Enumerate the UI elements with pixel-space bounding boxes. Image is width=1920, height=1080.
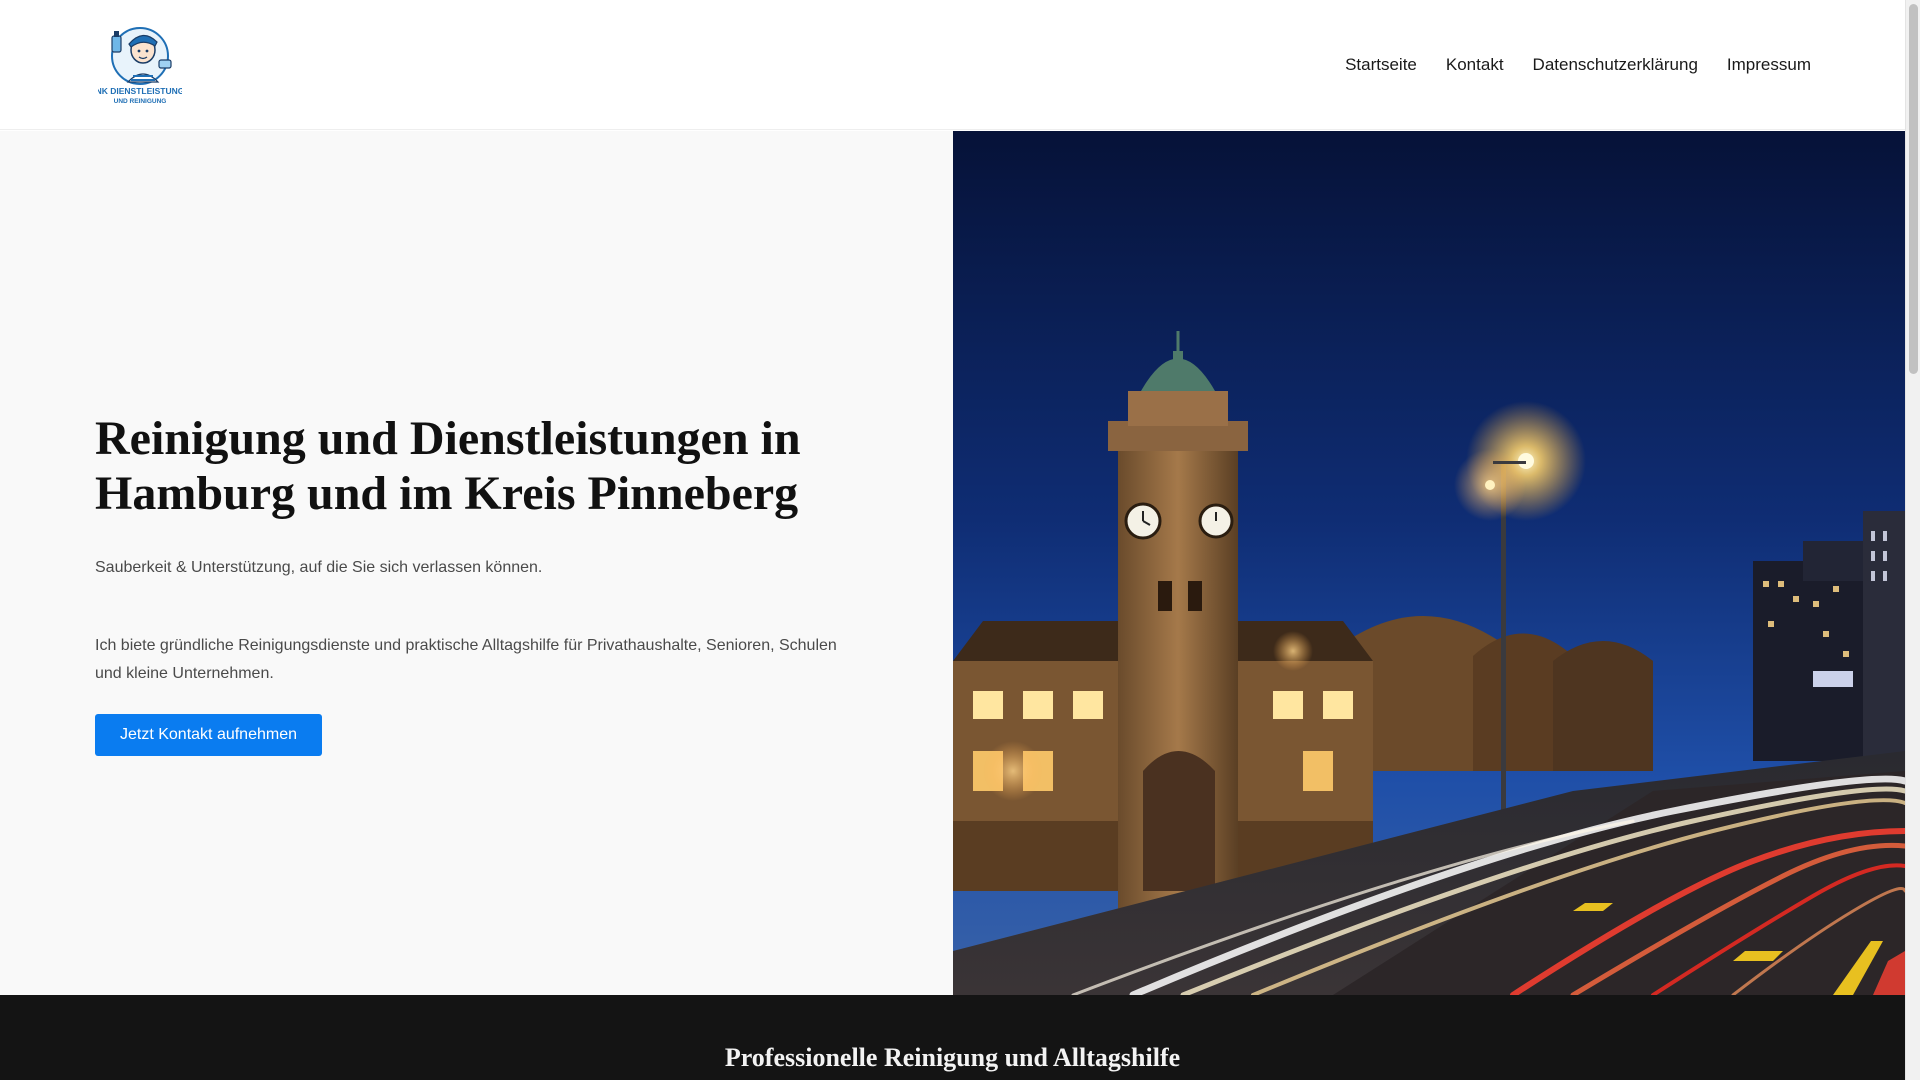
hero-subtitle: Sauberkeit & Unterstützung, auf die Sie … — [95, 559, 543, 576]
nav-kontakt[interactable]: Kontakt — [1431, 0, 1518, 130]
services-section: Professionelle Reinigung und Alltagshilf… — [0, 995, 1905, 1080]
logo-text-line1: NK DIENSTLEISTUNG — [98, 86, 182, 96]
scrollbar-thumb[interactable] — [1909, 4, 1918, 374]
services-section-title: Professionelle Reinigung und Alltagshilf… — [724, 1043, 1181, 1072]
contact-cta-button[interactable]: Jetzt Kontakt aufnehmen — [95, 714, 322, 756]
cleaning-mascot-logo-icon: NK DIENSTLEISTUNG UND REINIGUNG — [96, 27, 185, 105]
nav-datenschutz[interactable]: Datenschutzerklärung — [1518, 0, 1712, 130]
hero-text-column: Reinigung und Dienstleistungen in Hambur… — [0, 131, 953, 995]
logo-text-line2: UND REINIGUNG — [114, 98, 167, 105]
site-logo[interactable]: NK DIENSTLEISTUNG UND REINIGUNG — [96, 22, 185, 106]
hero-description: Ich biete gründliche Reinigungsdienste u… — [95, 637, 837, 682]
hamburg-landungsbruecken-night-photo — [953, 131, 1905, 995]
main-nav: Startseite Kontakt Datenschutzerklärung … — [1331, 0, 1811, 130]
nav-impressum[interactable]: Impressum — [1712, 0, 1811, 130]
nav-startseite[interactable]: Startseite — [1331, 0, 1432, 130]
page: NK DIENSTLEISTUNG UND REINIGUNG Startsei… — [0, 0, 1905, 1080]
hero-title: Reinigung und Dienstleistungen in Hambur… — [95, 412, 801, 520]
hero-section: Reinigung und Dienstleistungen in Hambur… — [0, 131, 1905, 995]
page-scrollbar[interactable] — [1905, 0, 1920, 1080]
site-header: NK DIENSTLEISTUNG UND REINIGUNG Startsei… — [0, 0, 1905, 130]
